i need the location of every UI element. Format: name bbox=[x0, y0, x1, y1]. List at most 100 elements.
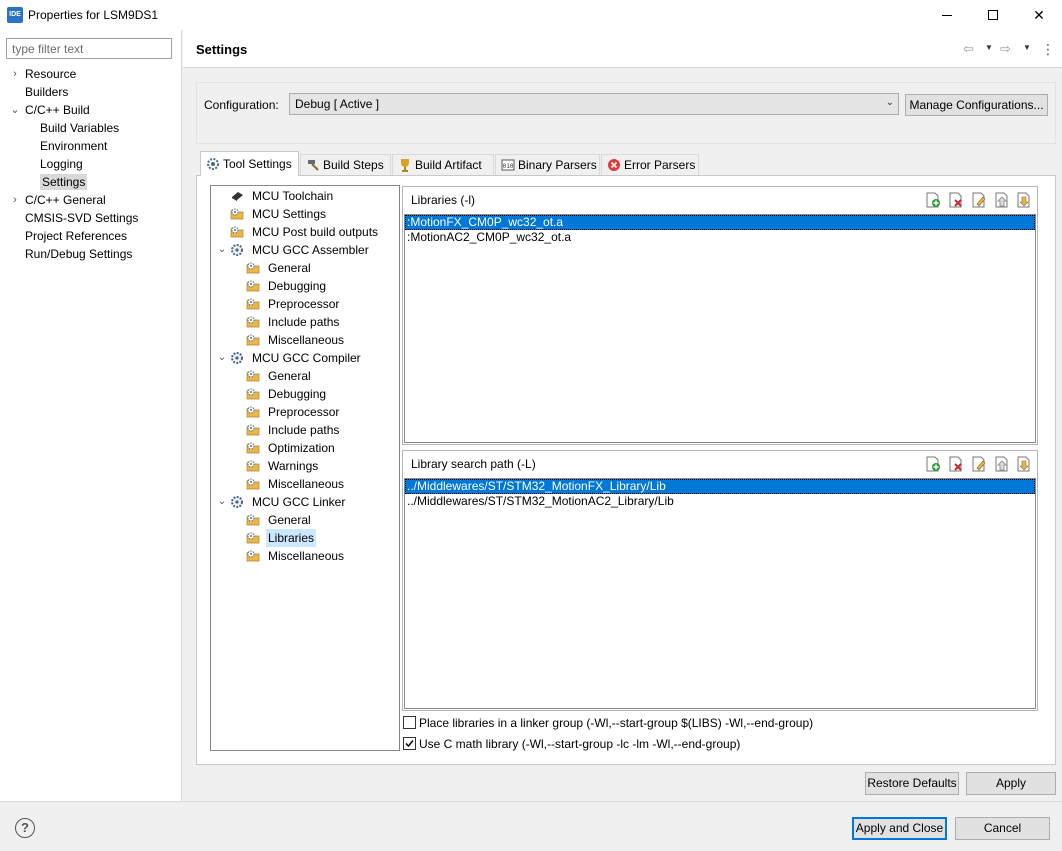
add-icon[interactable] bbox=[925, 456, 941, 472]
folder-gear-icon bbox=[246, 532, 260, 544]
close-icon: ✕ bbox=[1033, 6, 1045, 23]
move-down-icon[interactable] bbox=[1016, 456, 1032, 472]
nav-item-builders[interactable]: Builders bbox=[25, 83, 68, 101]
tree-item-label: Miscellaneous bbox=[268, 549, 345, 563]
nav-item-resource[interactable]: Resource bbox=[25, 65, 76, 83]
list-item[interactable]: ../Middlewares/ST/STM32_MotionAC2_Librar… bbox=[405, 494, 1035, 509]
configuration-label: Configuration: bbox=[204, 98, 279, 112]
folder-gear-icon bbox=[246, 406, 260, 418]
edit-icon[interactable] bbox=[971, 456, 987, 472]
libraries-title: Libraries (-l) bbox=[411, 193, 476, 207]
nav-item-label: Project References bbox=[25, 229, 128, 243]
tab-binary-parsers[interactable]: 010 Binary Parsers bbox=[495, 154, 600, 175]
configuration-value: Debug [ Active ] bbox=[295, 97, 380, 111]
settings-header: Settings ⇦ ▼ ⇨ ▼ ⋮ bbox=[183, 30, 1062, 68]
tab-error-parsers[interactable]: Error Parsers bbox=[601, 154, 699, 175]
tree-item-label: MCU GCC Assembler bbox=[252, 243, 369, 257]
nav-item-cmsis-svd-settings[interactable]: CMSIS-SVD Settings bbox=[25, 209, 138, 227]
gear-icon bbox=[207, 158, 219, 170]
nav-item-settings[interactable]: Settings bbox=[40, 173, 88, 191]
forward-history-dropdown[interactable]: ▼ bbox=[1023, 43, 1031, 52]
tree-item-label: Optimization bbox=[268, 441, 335, 455]
maximize-icon bbox=[988, 10, 998, 20]
add-icon[interactable] bbox=[925, 192, 941, 208]
page-title: Settings bbox=[196, 42, 248, 57]
collapse-chevron-icon[interactable]: ⌄ bbox=[216, 349, 228, 367]
configuration-select[interactable]: Debug [ Active ] ⌄ bbox=[289, 93, 899, 115]
nav-item-label: Run/Debug Settings bbox=[25, 247, 133, 261]
forward-arrow-icon[interactable]: ⇨ bbox=[1000, 42, 1011, 56]
expand-chevron-icon[interactable]: › bbox=[10, 191, 20, 209]
tree-item-label: Warnings bbox=[268, 459, 319, 473]
list-item[interactable]: :MotionAC2_CM0P_wc32_ot.a bbox=[405, 230, 1035, 245]
cancel-button[interactable]: Cancel bbox=[955, 817, 1050, 840]
tab-build-artifact[interactable]: Build Artifact bbox=[392, 154, 494, 175]
tool-settings-tree: MCU Toolchain MCU Settings MCU Post build … bbox=[210, 185, 400, 751]
close-button[interactable]: ✕ bbox=[1016, 0, 1062, 30]
collapse-chevron-icon[interactable]: ⌄ bbox=[216, 493, 228, 511]
tab-label: Tool Settings bbox=[223, 157, 292, 171]
edit-icon[interactable] bbox=[971, 192, 987, 208]
chip-icon bbox=[232, 192, 243, 201]
nav-item-c-c-general[interactable]: C/C++ General bbox=[25, 191, 106, 209]
folder-gear-icon bbox=[246, 388, 260, 400]
nav-item-label: Resource bbox=[25, 67, 77, 81]
nav-item-build-variables[interactable]: Build Variables bbox=[40, 119, 119, 137]
help-icon[interactable]: ? bbox=[15, 818, 35, 838]
list-item[interactable]: :MotionFX_CM0P_wc32_ot.a bbox=[405, 215, 1035, 230]
libraries-group: Libraries (-l) :MotionFX_CM0P_wc32_ot.a:… bbox=[402, 186, 1038, 445]
nav-item-c-c-build[interactable]: C/C++ Build bbox=[25, 101, 90, 119]
collapse-chevron-icon[interactable]: ⌄ bbox=[216, 241, 228, 259]
nav-item-logging[interactable]: Logging bbox=[40, 155, 83, 173]
filter-input[interactable] bbox=[6, 38, 172, 59]
tab-tool-settings[interactable]: Tool Settings bbox=[200, 151, 299, 176]
folder-gear-icon bbox=[230, 226, 244, 238]
folder-gear-icon bbox=[246, 334, 260, 346]
view-menu-icon[interactable]: ⋮ bbox=[1041, 42, 1055, 56]
nav-item-project-references[interactable]: Project References bbox=[25, 227, 127, 245]
c-math-library-label: Use C math library (-Wl,--start-group -l… bbox=[419, 737, 741, 751]
svg-text:010: 010 bbox=[503, 163, 514, 170]
delete-icon[interactable] bbox=[948, 456, 964, 472]
tree-item-label: Include paths bbox=[268, 315, 340, 329]
linker-group-checkbox[interactable] bbox=[403, 716, 416, 729]
collapse-chevron-icon[interactable]: ⌄ bbox=[10, 101, 20, 119]
gear-icon bbox=[231, 244, 243, 256]
folder-gear-icon bbox=[230, 208, 244, 220]
footer-divider bbox=[0, 801, 1062, 802]
c-math-library-checkbox[interactable] bbox=[403, 737, 416, 750]
nav-item-label: CMSIS-SVD Settings bbox=[25, 211, 139, 225]
folder-gear-icon bbox=[246, 424, 260, 436]
trophy-icon bbox=[401, 159, 409, 172]
app-icon: IDE bbox=[7, 7, 23, 23]
move-up-icon[interactable] bbox=[994, 456, 1010, 472]
restore-defaults-button[interactable]: Restore Defaults bbox=[865, 772, 959, 795]
tree-item-label: Debugging bbox=[268, 279, 327, 293]
tree-item-label: General bbox=[268, 513, 311, 527]
minimize-button[interactable] bbox=[924, 0, 970, 30]
maximize-button[interactable] bbox=[970, 0, 1016, 30]
tree-item-label: MCU GCC Compiler bbox=[252, 351, 361, 365]
apply-button[interactable]: Apply bbox=[966, 772, 1056, 795]
move-up-icon[interactable] bbox=[994, 192, 1010, 208]
folder-gear-icon bbox=[246, 370, 260, 382]
error-icon bbox=[608, 159, 620, 171]
nav-item-environment[interactable]: Environment bbox=[40, 137, 107, 155]
delete-icon[interactable] bbox=[948, 192, 964, 208]
expand-chevron-icon[interactable]: › bbox=[10, 65, 20, 83]
libraries-list[interactable]: :MotionFX_CM0P_wc32_ot.a:MotionAC2_CM0P_… bbox=[404, 214, 1036, 443]
move-down-icon[interactable] bbox=[1016, 192, 1032, 208]
nav-item-run-debug-settings[interactable]: Run/Debug Settings bbox=[25, 245, 132, 263]
list-item[interactable]: ../Middlewares/ST/STM32_MotionFX_Library… bbox=[405, 479, 1035, 494]
back-history-dropdown[interactable]: ▼ bbox=[985, 43, 993, 52]
tree-item-label: Miscellaneous bbox=[268, 333, 345, 347]
tree-item-label: Include paths bbox=[268, 423, 340, 437]
tab-label: Error Parsers bbox=[624, 158, 696, 172]
nav-item-label: C/C++ General bbox=[25, 193, 106, 207]
library-search-path-list[interactable]: ../Middlewares/ST/STM32_MotionFX_Library… bbox=[404, 478, 1036, 709]
manage-configurations-button[interactable]: Manage Configurations... bbox=[905, 94, 1048, 116]
folder-gear-icon bbox=[246, 298, 260, 310]
tab-build-steps[interactable]: Build Steps bbox=[300, 154, 391, 175]
back-arrow-icon[interactable]: ⇦ bbox=[963, 42, 974, 56]
apply-and-close-button[interactable]: Apply and Close bbox=[852, 817, 947, 840]
